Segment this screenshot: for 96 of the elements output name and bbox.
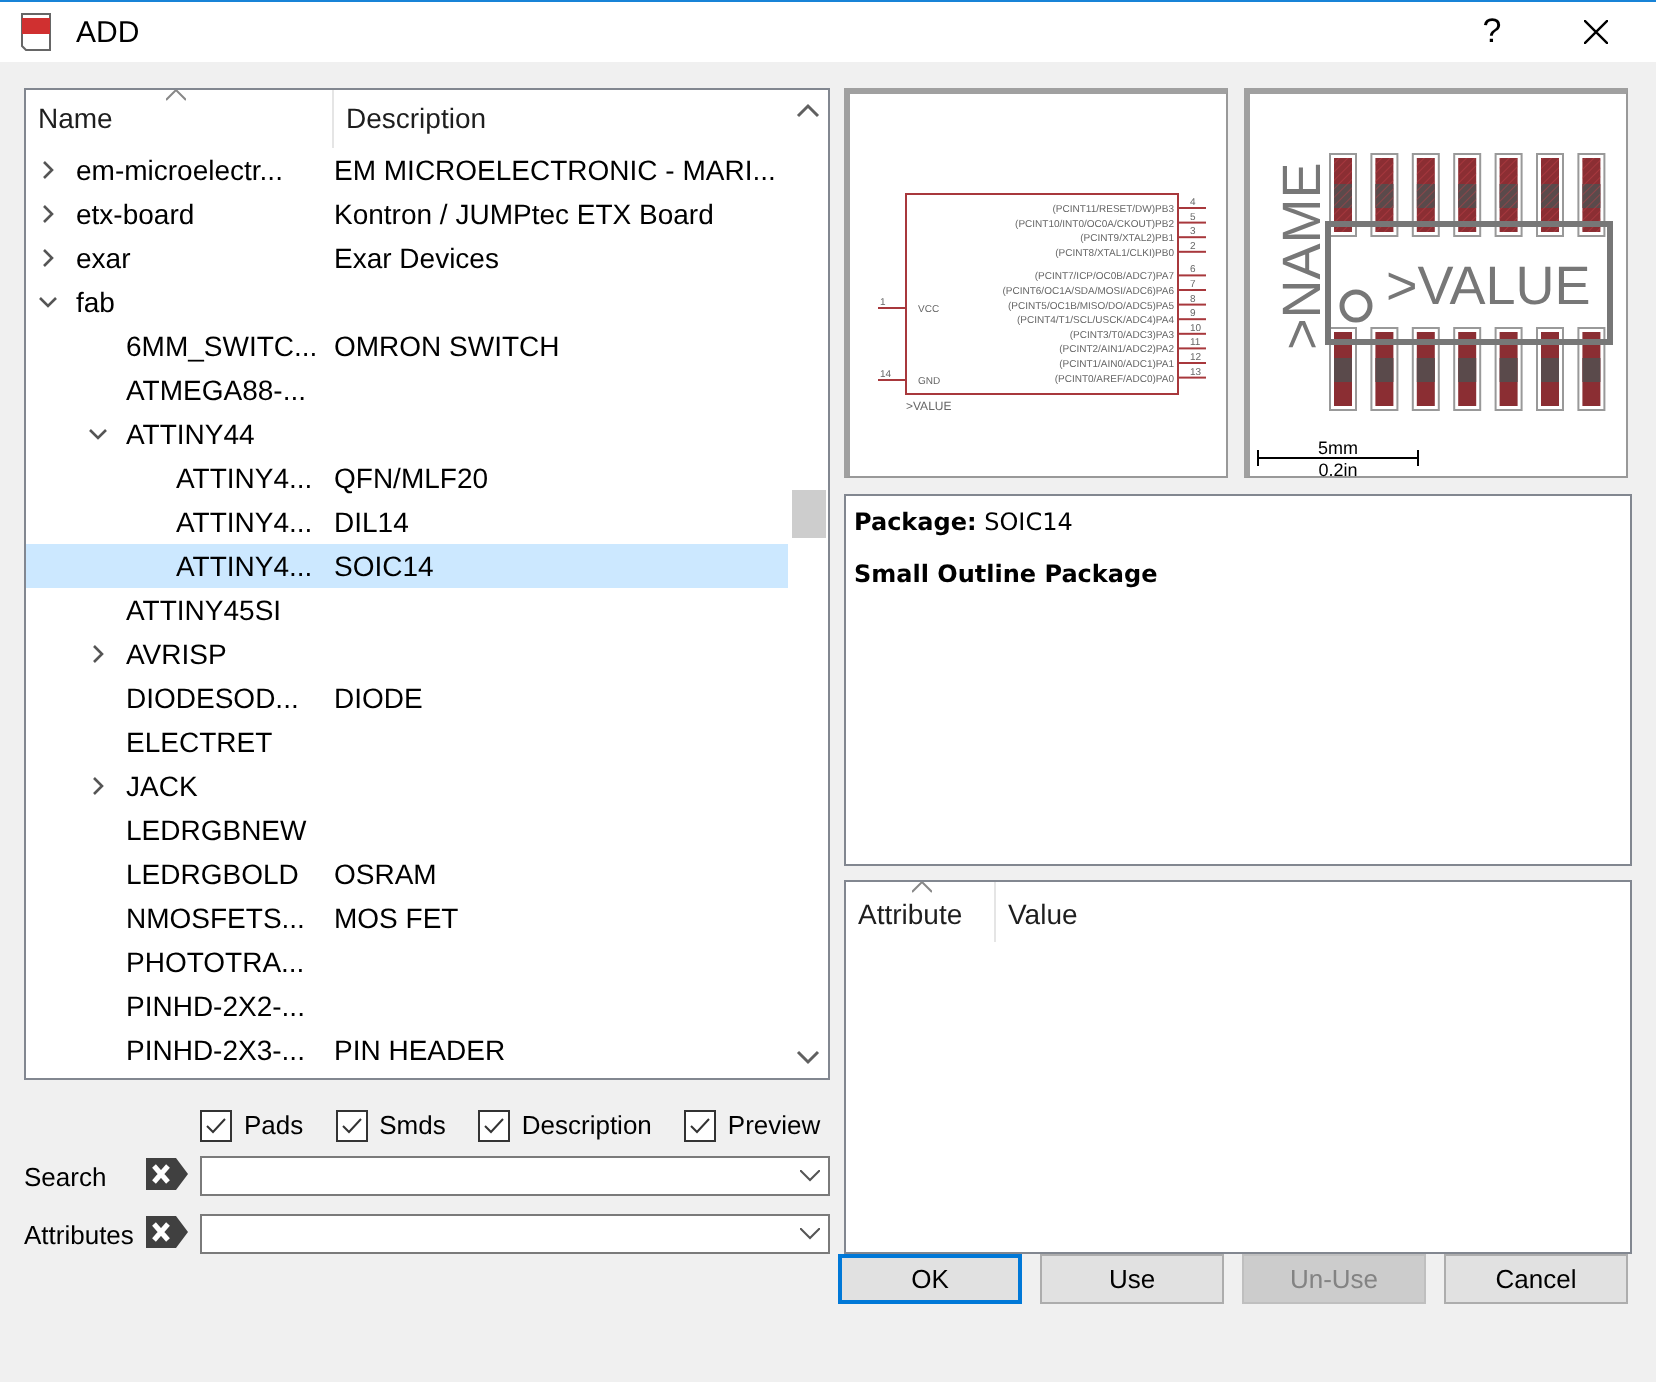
scale-metric: 5mm bbox=[1318, 438, 1358, 458]
tree-row[interactable]: ATTINY4... QFN/MLF20 bbox=[26, 456, 788, 500]
close-icon bbox=[1584, 20, 1608, 44]
column-header[interactable]: Description bbox=[334, 90, 774, 148]
tree-row[interactable]: ELECTRET bbox=[26, 720, 788, 764]
collapse-chevron-icon[interactable] bbox=[88, 424, 108, 444]
tree-row[interactable]: exar Exar Devices bbox=[26, 236, 788, 280]
attributes-label: Attributes bbox=[24, 1219, 136, 1249]
checkmark-icon bbox=[206, 1117, 226, 1133]
value-label: >VALUE bbox=[1386, 256, 1591, 316]
item-description: Kontron / JUMPtec ETX Board bbox=[334, 198, 714, 230]
help-button[interactable]: ? bbox=[1452, 2, 1532, 62]
package-description: Small Outline Package bbox=[854, 560, 1160, 588]
item-name: em-microelectr... bbox=[76, 154, 283, 186]
tree-row[interactable]: LEDRGBOLD OSRAM bbox=[26, 852, 788, 896]
item-name: ATMEGA88-... bbox=[126, 374, 306, 406]
item-name: AVRISP bbox=[126, 638, 227, 670]
dialog-button[interactable]: Use bbox=[1040, 1254, 1224, 1304]
item-name: fab bbox=[76, 286, 115, 318]
item-name: ELECTRET bbox=[126, 726, 273, 758]
tree-row[interactable]: NMOSFETS... MOS FET bbox=[26, 896, 788, 940]
scale-imperial: 0.2in bbox=[1318, 460, 1358, 478]
item-name: DIODESOD... bbox=[126, 682, 299, 714]
item-description: Exar Devices bbox=[334, 242, 499, 274]
item-name: ATTINY4... bbox=[176, 506, 313, 538]
item-name: LEDRGBNEW bbox=[126, 814, 307, 846]
dialog-button[interactable]: OK bbox=[838, 1254, 1022, 1304]
item-name: NMOSFETS... bbox=[126, 902, 305, 934]
item-name: PINHD-2X2-... bbox=[126, 990, 305, 1022]
expand-chevron-icon[interactable] bbox=[38, 204, 58, 224]
checkmark-icon bbox=[483, 1117, 504, 1133]
clear-icon bbox=[146, 1158, 190, 1190]
name-label: >NAME bbox=[1272, 162, 1332, 350]
filter-checkbox[interactable]: Smds bbox=[335, 1109, 446, 1141]
tree-row[interactable]: ATTINY4... SOIC14 bbox=[26, 544, 788, 588]
expand-chevron-icon[interactable] bbox=[88, 776, 108, 796]
item-name: exar bbox=[76, 242, 131, 274]
item-name: ATTINY4... bbox=[176, 550, 313, 582]
item-description: SOIC14 bbox=[334, 550, 434, 582]
window-title: ADD bbox=[76, 15, 142, 49]
filter-checkbox[interactable]: Description bbox=[477, 1109, 652, 1141]
tree-row[interactable]: fab bbox=[26, 280, 788, 324]
scroll-thumb[interactable] bbox=[791, 490, 825, 538]
tree-row[interactable]: AVRISP bbox=[26, 632, 788, 676]
tree-row[interactable]: ATMEGA88-... bbox=[26, 368, 788, 412]
search-label: Search bbox=[24, 1161, 109, 1191]
column-header[interactable]: Attribute bbox=[846, 882, 996, 942]
collapse-chevron-icon[interactable] bbox=[38, 292, 58, 312]
item-name: ATTINY4... bbox=[176, 462, 313, 494]
dropdown-chevron-icon[interactable] bbox=[800, 1228, 820, 1240]
item-description: EM MICROELECTRONIC - MARI... bbox=[334, 154, 776, 186]
attributes-field[interactable] bbox=[200, 1214, 830, 1254]
item-description: OSRAM bbox=[334, 858, 437, 890]
item-name: JACK bbox=[126, 770, 198, 802]
item-description: DIL14 bbox=[334, 506, 409, 538]
tree-row[interactable]: etx-board Kontron / JUMPtec ETX Board bbox=[26, 192, 788, 236]
search-field[interactable] bbox=[200, 1156, 830, 1196]
dropdown-chevron-icon[interactable] bbox=[800, 1170, 820, 1182]
app-icon bbox=[20, 12, 52, 52]
item-description: MOS FET bbox=[334, 902, 459, 934]
item-name: etx-board bbox=[76, 198, 195, 230]
item-name: PINHD-2X3-... bbox=[126, 1034, 305, 1066]
item-description: DIODE bbox=[334, 682, 423, 714]
item-description: PIN HEADER bbox=[334, 1034, 506, 1066]
item-description: QFN/MLF20 bbox=[334, 462, 489, 494]
item-description: OMRON SWITCH bbox=[334, 330, 560, 362]
tree-row[interactable]: PHOTOTRA... bbox=[26, 940, 788, 984]
expand-chevron-icon[interactable] bbox=[88, 644, 108, 664]
expand-chevron-icon[interactable] bbox=[38, 160, 58, 180]
filter-checkbox[interactable]: Preview bbox=[683, 1109, 821, 1141]
filter-checkbox[interactable]: Pads bbox=[200, 1109, 304, 1141]
package-title: Package: SOIC14 bbox=[854, 508, 1075, 536]
item-name: 6MM_SWITC... bbox=[126, 330, 318, 362]
clear-attributes-button[interactable] bbox=[146, 1216, 190, 1252]
tree-row[interactable]: PINHD-2X3-... PIN HEADER bbox=[26, 1028, 788, 1072]
item-name: ATTINY44 bbox=[126, 418, 255, 450]
tree-row[interactable]: LEDRGBNEW bbox=[26, 808, 788, 852]
expand-chevron-icon[interactable] bbox=[38, 248, 58, 268]
checkmark-icon bbox=[689, 1117, 710, 1133]
tree-row[interactable]: ATTINY4... DIL14 bbox=[26, 500, 788, 544]
tree-row[interactable]: 6MM_SWITC... OMRON SWITCH bbox=[26, 324, 788, 368]
tree-row[interactable]: ATTINY45SI bbox=[26, 588, 788, 632]
dialog-button[interactable]: Cancel bbox=[1444, 1254, 1628, 1304]
clear-icon bbox=[146, 1216, 190, 1248]
column-header[interactable]: Value bbox=[996, 882, 1196, 942]
item-name: LEDRGBOLD bbox=[126, 858, 299, 890]
tree-row[interactable]: PINHD-2X2-... bbox=[26, 984, 788, 1028]
tree-row[interactable]: em-microelectr... EM MICROELECTRONIC - MARI... bbox=[26, 148, 788, 192]
item-name: PHOTOTRA... bbox=[126, 946, 305, 978]
clear-search-button[interactable] bbox=[146, 1158, 190, 1194]
tree-row[interactable]: JACK bbox=[26, 764, 788, 808]
item-name: ATTINY45SI bbox=[126, 594, 282, 626]
tree-row[interactable]: DIODESOD... DIODE bbox=[26, 676, 788, 720]
tree-row[interactable]: ATTINY44 bbox=[26, 412, 788, 456]
checkmark-icon bbox=[341, 1117, 362, 1133]
column-header[interactable]: Name bbox=[26, 90, 334, 148]
